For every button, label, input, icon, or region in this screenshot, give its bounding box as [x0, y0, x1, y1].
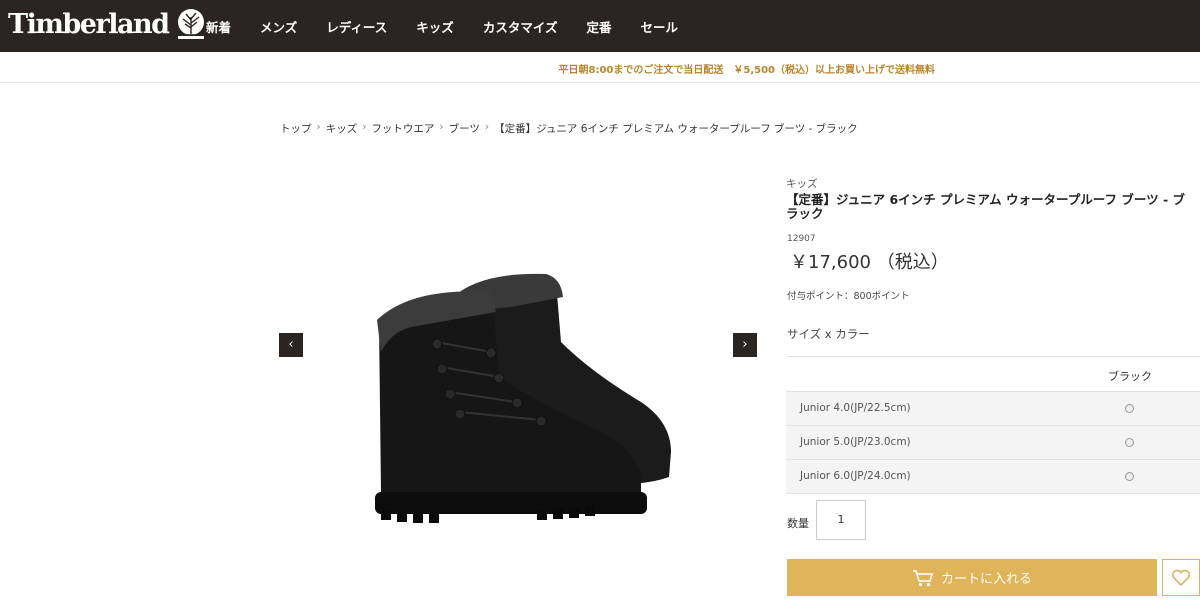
product-category[interactable]: キッズ [786, 176, 1200, 191]
gallery-prev-button[interactable]: ‹ [279, 333, 303, 357]
nav-customize[interactable]: カスタマイズ [483, 17, 558, 36]
size-color-label: サイズ x カラー [787, 327, 870, 341]
size-label: Junior 4.0(JP/22.5cm) [800, 402, 911, 414]
quantity-label: 数量 [787, 517, 809, 530]
brand-logo[interactable]: Timberland [8, 6, 208, 42]
breadcrumb-separator: › [362, 121, 367, 133]
size-radio[interactable] [1125, 404, 1134, 413]
breadcrumb-current: 【定番】ジュニア 6インチ プレミアム ウォータープルーフ ブーツ - ブラック [494, 123, 858, 135]
product-price: ￥17,600 （税込） [790, 252, 949, 273]
cart-icon [912, 569, 934, 586]
heart-icon [1171, 569, 1191, 586]
nav-classics[interactable]: 定番 [586, 17, 611, 36]
shipping-notice-bar: 平日朝8:00までのご注文で当日配送 ￥5,500（税込）以上お買い上げで送料無… [0, 52, 1200, 83]
main-nav: 新着 メンズ レディース キッズ カスタマイズ 定番 セール [206, 0, 707, 52]
add-to-cart-label: カートに入れる [940, 572, 1032, 587]
size-table-header: ブラック [786, 357, 1200, 392]
color-header: ブラック [1108, 370, 1152, 383]
reward-points: 付与ポイント：800ポイント [787, 291, 910, 302]
breadcrumb-top[interactable]: トップ [280, 121, 312, 136]
breadcrumb-footwear[interactable]: フットウエア [371, 121, 434, 136]
product-title: 【定番】ジュニア 6インチ プレミアム ウォータープルーフ ブーツ - ブラック [786, 192, 1185, 221]
product-sku: 12907 [787, 234, 816, 244]
size-label: Junior 6.0(JP/24.0cm) [800, 470, 911, 482]
shipping-notice[interactable]: 平日朝8:00までのご注文で当日配送 ￥5,500（税込）以上お買い上げで送料無… [558, 61, 935, 76]
nav-mens[interactable]: メンズ [260, 17, 297, 36]
size-radio[interactable] [1125, 472, 1134, 481]
gallery-next-button[interactable]: › [733, 333, 757, 357]
add-to-cart-button[interactable]: カートに入れる [787, 559, 1157, 596]
breadcrumb-separator: › [316, 121, 321, 133]
product-gallery: ‹ › [279, 172, 757, 562]
nav-womens[interactable]: レディース [326, 17, 387, 36]
nav-kids[interactable]: キッズ [416, 17, 454, 36]
logo-text: Timberland [8, 8, 170, 40]
product-info: キッズ 【定番】ジュニア 6インチ プレミアム ウォータープルーフ ブーツ - … [786, 176, 1200, 596]
breadcrumb-kids[interactable]: キッズ [326, 121, 358, 136]
favorite-button[interactable] [1162, 559, 1200, 596]
size-row[interactable]: Junior 5.0(JP/23.0cm) [786, 426, 1200, 460]
size-row[interactable]: Junior 6.0(JP/24.0cm) [786, 460, 1200, 494]
size-label: Junior 5.0(JP/23.0cm) [800, 436, 911, 448]
nav-sale[interactable]: セール [640, 17, 678, 36]
nav-new[interactable]: 新着 [206, 17, 231, 36]
size-table: ブラック Junior 4.0(JP/22.5cm) Junior 5.0(JP… [786, 356, 1200, 494]
tree-logo-icon [178, 9, 205, 39]
size-row[interactable]: Junior 4.0(JP/22.5cm) [786, 392, 1200, 426]
top-bar: Timberland 新着 メンズ レディース キッズ カスタマイズ 定番 セー… [0, 0, 1200, 52]
breadcrumb-boots[interactable]: ブーツ [449, 121, 480, 136]
size-radio[interactable] [1125, 438, 1134, 447]
breadcrumb: トップ › キッズ › フットウエア › ブーツ › 【定番】ジュニア 6インチ… [280, 121, 858, 136]
breadcrumb-separator: › [484, 121, 490, 133]
quantity-input[interactable]: 1 [816, 500, 866, 540]
breadcrumb-separator: › [439, 121, 444, 133]
product-image [375, 273, 671, 523]
